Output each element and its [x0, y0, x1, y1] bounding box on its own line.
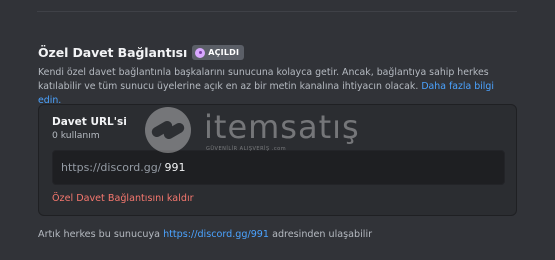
section-description: Kendi özel davet bağlantınla başkalarını…: [38, 66, 518, 108]
status-badge-label: AÇILDI: [208, 48, 240, 57]
invite-footer-note: Artık herkes bu sunucuya https://discord…: [38, 229, 372, 240]
invite-url-prefix: https://discord.gg/: [61, 161, 162, 174]
invite-url-input[interactable]: https://discord.gg/ 991: [52, 150, 505, 185]
status-badge: AÇILDI: [192, 45, 245, 60]
server-settings-invite-page: Özel Davet Bağlantısı AÇILDI Kendi özel …: [0, 0, 555, 260]
footer-suffix: adresinden ulaşabilir: [272, 229, 373, 240]
section-divider: [37, 11, 517, 12]
invite-url-card: Davet URL'si 0 kullanım https://discord.…: [38, 104, 517, 216]
invite-url-title: Davet URL'si: [52, 116, 127, 128]
boost-gem-icon: [195, 47, 206, 58]
invite-url-code[interactable]: 991: [164, 161, 185, 174]
section-title: Özel Davet Bağlantısı: [38, 45, 188, 60]
invite-usage-count: 0 kullanım: [52, 130, 100, 141]
invite-link[interactable]: https://discord.gg/991: [163, 229, 269, 240]
remove-invite-link-button[interactable]: Özel Davet Bağlantısını kaldır: [52, 193, 194, 204]
footer-prefix: Artık herkes bu sunucuya: [38, 229, 161, 240]
section-header: Özel Davet Bağlantısı AÇILDI: [38, 45, 245, 60]
